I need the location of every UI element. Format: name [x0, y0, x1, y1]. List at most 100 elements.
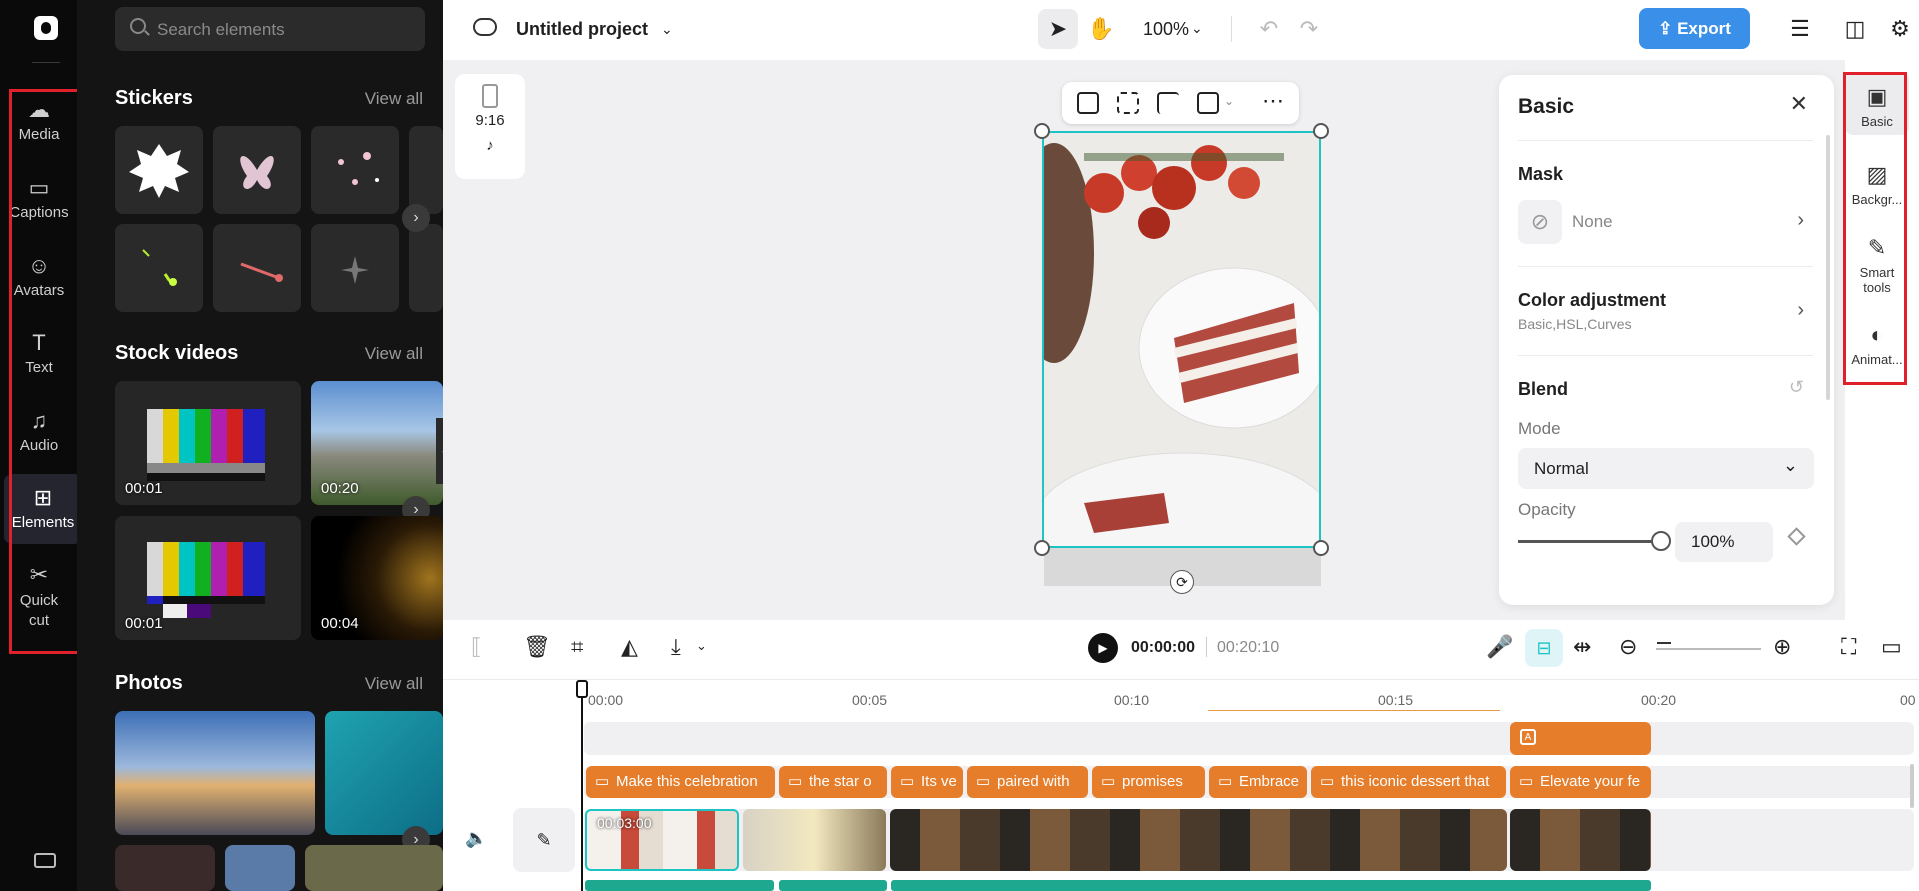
- caption-clip[interactable]: Its ve: [891, 766, 963, 798]
- playhead-handle[interactable]: [576, 680, 588, 698]
- photo-sky[interactable]: [225, 845, 295, 891]
- chevron-right-icon[interactable]: ›: [1797, 299, 1804, 322]
- split-track-icon[interactable]: ⇹: [1573, 634, 1591, 660]
- sticker-partial-2[interactable]: [409, 224, 443, 312]
- caption-clip[interactable]: the star o: [779, 766, 887, 798]
- layout-toggle-button[interactable]: ◫: [1835, 9, 1875, 49]
- microphone-icon[interactable]: 🎤: [1486, 634, 1513, 660]
- caption-clip[interactable]: paired with: [967, 766, 1088, 798]
- hand-tool-button[interactable]: ✋: [1081, 9, 1121, 49]
- sticker-green-spark[interactable]: [115, 224, 203, 312]
- auto-snap-button[interactable]: ⊟: [1525, 629, 1563, 667]
- rail-item-avatars[interactable]: ☺ Avatars: [4, 254, 74, 300]
- stickers-scroll-right-button[interactable]: ›: [402, 204, 430, 232]
- volume-icon[interactable]: 🔈: [465, 828, 487, 849]
- sticker-butterfly[interactable]: [213, 126, 301, 214]
- play-button[interactable]: ▶: [1088, 633, 1118, 663]
- opacity-input[interactable]: 100%: [1675, 522, 1773, 562]
- search-input[interactable]: Search elements: [157, 20, 285, 40]
- select-tool-button[interactable]: ➤: [1038, 9, 1078, 49]
- rail-item-elements[interactable]: ⊞ Elements: [4, 474, 82, 544]
- right-rail-smart-tools[interactable]: ✎ Smart tools: [1845, 235, 1909, 295]
- search-box[interactable]: Search elements: [115, 7, 425, 51]
- rail-item-text[interactable]: T Text: [4, 331, 74, 377]
- video-clip[interactable]: [890, 809, 1507, 871]
- chevron-right-icon[interactable]: ›: [1797, 209, 1804, 232]
- timeline-scrollbar[interactable]: [1910, 764, 1914, 808]
- undo-button[interactable]: ↶: [1249, 9, 1289, 49]
- keyboard-icon[interactable]: [34, 853, 56, 868]
- resize-handle-top-left[interactable]: [1034, 123, 1050, 139]
- panel-scrollbar[interactable]: [1826, 135, 1830, 400]
- edit-cover-button[interactable]: ✎: [513, 808, 575, 872]
- chevron-down-icon[interactable]: ⌄: [661, 21, 673, 38]
- photos-view-all-link[interactable]: View all: [365, 674, 423, 694]
- effects-chevron-icon[interactable]: ⌄: [1224, 94, 1234, 108]
- color-adjustment-label[interactable]: Color adjustment: [1518, 290, 1666, 311]
- text-clip[interactable]: A: [1510, 722, 1651, 755]
- stock-videos-view-all-link[interactable]: View all: [365, 344, 423, 364]
- caption-clip[interactable]: promises: [1092, 766, 1205, 798]
- app-logo-icon[interactable]: [34, 16, 58, 40]
- download-chevron-icon[interactable]: ⌄: [696, 638, 707, 654]
- audio-clip[interactable]: [891, 880, 1651, 891]
- sticker-arrow[interactable]: [213, 224, 301, 312]
- zoom-slider[interactable]: [1656, 648, 1761, 650]
- photo-food[interactable]: [115, 845, 215, 891]
- zoom-out-icon[interactable]: ⊖: [1619, 634, 1637, 660]
- sticker-sparkles[interactable]: [311, 126, 399, 214]
- rotate-handle[interactable]: ⟳: [1170, 570, 1194, 594]
- stock-video-2[interactable]: 00:20: [311, 381, 443, 505]
- settings-button[interactable]: ⚙: [1880, 9, 1919, 49]
- audio-clip[interactable]: [779, 880, 887, 891]
- sticker-partial[interactable]: [409, 126, 443, 214]
- sticker-star[interactable]: [311, 224, 399, 312]
- rail-item-captions[interactable]: ▭ Captions: [4, 176, 74, 222]
- right-rail-animation[interactable]: ◐ Animat...: [1845, 322, 1909, 367]
- cloud-save-icon[interactable]: [473, 18, 497, 36]
- audio-clip[interactable]: [585, 880, 774, 891]
- stock-video-1[interactable]: 00:01: [115, 381, 301, 505]
- selected-photo[interactable]: [1042, 131, 1321, 548]
- redo-button[interactable]: ↷: [1289, 9, 1329, 49]
- zoom-in-icon[interactable]: ⊕: [1773, 634, 1791, 660]
- caption-clip[interactable]: Embrace: [1209, 766, 1307, 798]
- video-clip[interactable]: [743, 809, 886, 871]
- photo-city-skyline[interactable]: [115, 711, 315, 835]
- image-effects-icon[interactable]: [1197, 92, 1219, 114]
- opacity-slider-track[interactable]: [1518, 540, 1658, 543]
- playhead[interactable]: [581, 681, 583, 891]
- replace-image-icon[interactable]: [1077, 92, 1099, 114]
- right-rail-basic[interactable]: ▣ Basic: [1845, 72, 1909, 135]
- caption-clip[interactable]: Elevate your fe: [1510, 766, 1651, 798]
- layers-button[interactable]: ☰: [1780, 9, 1820, 49]
- stickers-view-all-link[interactable]: View all: [365, 89, 423, 109]
- rail-item-audio[interactable]: ♫ Audio: [4, 409, 74, 455]
- resize-handle-bottom-left[interactable]: [1034, 540, 1050, 556]
- crop-icon[interactable]: ⌗: [571, 634, 583, 660]
- photo-field[interactable]: [305, 845, 443, 891]
- sticker-burst[interactable]: [115, 126, 203, 214]
- more-options-icon[interactable]: ⋯: [1262, 88, 1284, 114]
- resize-handle-top-right[interactable]: [1313, 123, 1329, 139]
- resize-handle-bottom-right[interactable]: [1313, 540, 1329, 556]
- mask-selector[interactable]: ⊘ None: [1518, 200, 1814, 244]
- split-icon[interactable]: ⟦: [471, 634, 482, 660]
- rail-item-media[interactable]: ☁ Media: [4, 98, 74, 144]
- zoom-slider-handle[interactable]: [1657, 642, 1671, 644]
- comment-icon[interactable]: ▭: [1881, 634, 1902, 660]
- remove-background-icon[interactable]: [1117, 92, 1139, 114]
- right-rail-background[interactable]: ▨ Backgr...: [1845, 162, 1909, 207]
- delete-icon[interactable]: 🗑: [523, 634, 551, 660]
- flip-icon[interactable]: ◭: [621, 634, 638, 660]
- caption-clip[interactable]: this iconic dessert that: [1311, 766, 1506, 798]
- blend-mode-select[interactable]: Normal ⌄: [1518, 448, 1814, 489]
- close-icon[interactable]: ✕: [1790, 91, 1808, 117]
- zoom-level[interactable]: 100%: [1143, 19, 1189, 40]
- export-button[interactable]: ⇪ Export: [1639, 8, 1750, 49]
- rail-item-quick-cut[interactable]: ✂ Quick cut: [4, 563, 74, 631]
- project-title[interactable]: Untitled project: [516, 19, 648, 40]
- stock-video-3[interactable]: 00:01: [115, 516, 301, 640]
- fullscreen-icon[interactable]: ⛶: [1841, 634, 1856, 660]
- aspect-ratio-card[interactable]: 9:16 ♪: [455, 74, 525, 179]
